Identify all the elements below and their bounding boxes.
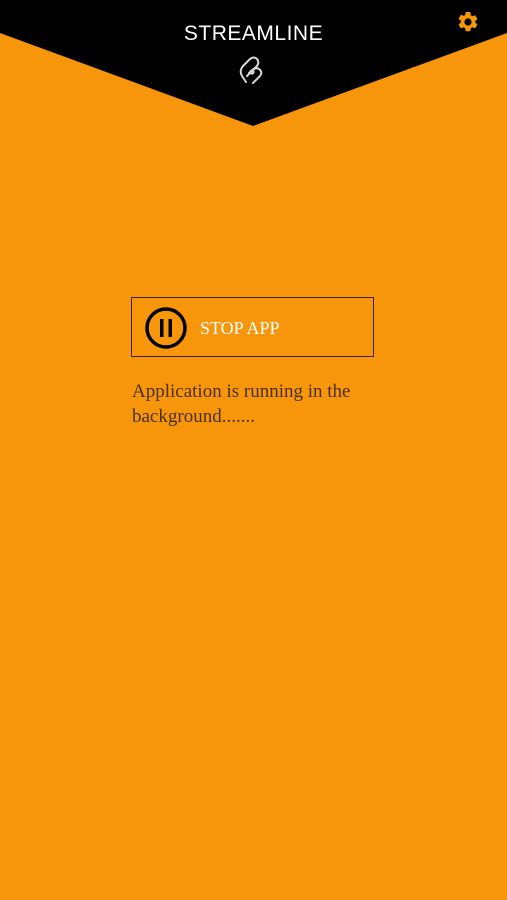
app-title: STREAMLINE bbox=[183, 22, 324, 45]
header: STREAMLINE bbox=[0, 0, 507, 130]
stop-app-button[interactable]: STOP APP bbox=[131, 297, 374, 357]
gear-icon[interactable] bbox=[456, 10, 480, 34]
stop-app-label: STOP APP bbox=[200, 318, 280, 338]
streamline-logo-icon bbox=[239, 56, 263, 84]
status-message: Application is running in the background… bbox=[132, 381, 351, 427]
pause-icon bbox=[145, 307, 187, 349]
